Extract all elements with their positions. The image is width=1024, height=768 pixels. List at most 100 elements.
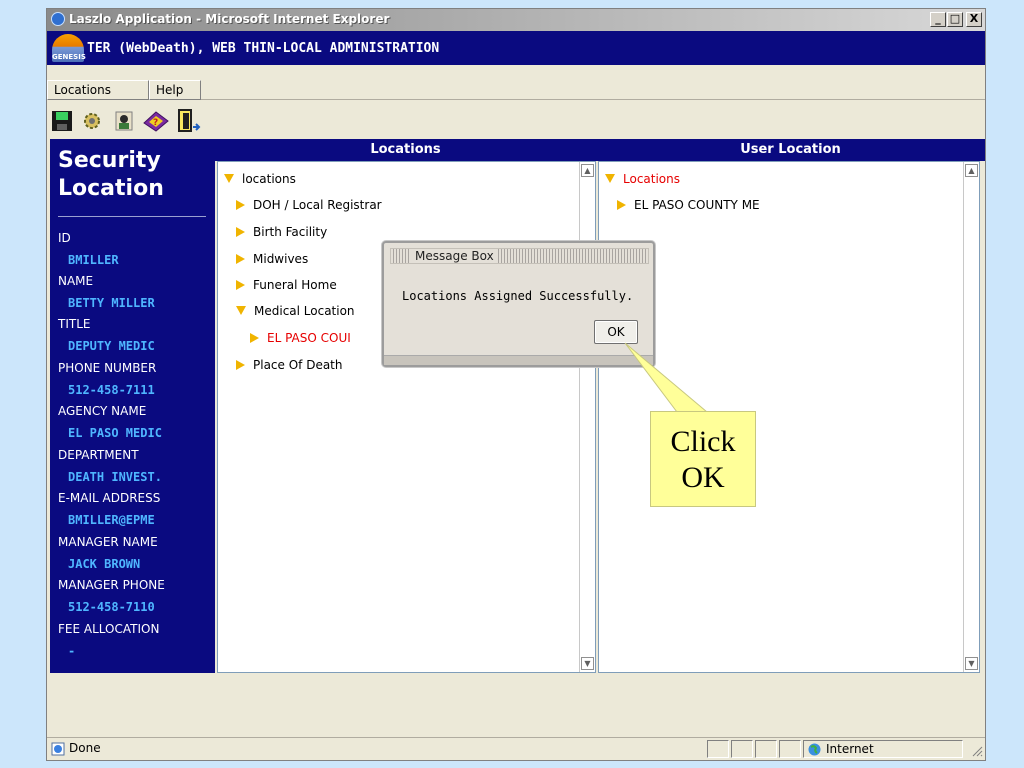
tree-node-label: Locations <box>623 172 681 186</box>
tree-node-label: EL PASO COUNTY ME <box>634 198 760 212</box>
security-location-sidebar: Security Location ID BMILLER NAME BETTY … <box>50 139 215 673</box>
zone-text: Internet <box>826 742 874 756</box>
close-button[interactable]: X <box>966 12 982 27</box>
sidebar-heading: Security Location <box>58 147 164 203</box>
heading-line-2: Location <box>58 176 164 201</box>
locations-scrollbar[interactable]: ▲ ▼ <box>579 162 595 672</box>
manager-name-label: MANAGER NAME <box>58 535 158 549</box>
collapsed-arrow-icon <box>236 227 245 237</box>
collapsed-arrow-icon <box>236 200 245 210</box>
collapsed-arrow-icon <box>617 200 626 210</box>
message-box-titlebar[interactable]: Message Box <box>390 248 649 264</box>
app-title: TER (WebDeath), WEB THIN-LOCAL ADMINISTR… <box>87 41 440 56</box>
message-box-footer <box>384 355 653 365</box>
globe-icon <box>808 743 821 756</box>
user-location-scrollbar[interactable]: ▲ ▼ <box>963 162 979 672</box>
heading-line-1: Security <box>58 148 161 173</box>
maximize-button[interactable]: □ <box>947 12 963 27</box>
window-title: Laszlo Application - Microsoft Internet … <box>69 12 390 26</box>
toolbar: ? <box>47 105 247 137</box>
tree-node-label: Midwives <box>253 252 309 266</box>
message-box-title: Message Box <box>411 249 498 263</box>
status-segment <box>755 740 777 758</box>
fee-allocation-value: - <box>68 644 76 658</box>
tree-node-label: locations <box>242 172 296 186</box>
scroll-up-button[interactable]: ▲ <box>581 164 594 177</box>
title-value: DEPUTY MEDIC <box>68 339 155 353</box>
tree-node-label: Birth Facility <box>253 225 328 239</box>
minimize-button[interactable]: _ <box>930 12 946 27</box>
message-box-text: Locations Assigned Successfully. <box>402 289 634 303</box>
expanded-arrow-icon <box>236 306 246 315</box>
status-bar: Done Internet <box>47 737 985 759</box>
collapsed-arrow-icon <box>236 360 245 370</box>
tree-node-place-of-death[interactable]: Place Of Death <box>236 356 343 374</box>
tree-node-label: Funeral Home <box>253 278 337 292</box>
genesis-logo: GENESIS <box>52 34 86 62</box>
message-box-dialog: Message Box Locations Assigned Successfu… <box>382 241 655 367</box>
user-icon[interactable] <box>113 109 135 133</box>
menubar: Locations Help <box>47 80 215 100</box>
email-address-value: BMILLER@EPME <box>68 513 155 527</box>
resize-grip-icon[interactable] <box>971 745 983 757</box>
status-segment <box>731 740 753 758</box>
agency-name-value: EL PASO MEDIC <box>68 426 162 440</box>
collapsed-arrow-icon <box>236 280 245 290</box>
tree-node-locations[interactable]: locations <box>224 170 296 188</box>
phone-number-label: PHONE NUMBER <box>58 361 157 375</box>
expanded-arrow-icon <box>605 174 615 183</box>
scroll-down-button[interactable]: ▼ <box>965 657 978 670</box>
tree-node-doh-local-registrar[interactable]: DOH / Local Registrar <box>236 196 382 214</box>
tree-node-user-locations[interactable]: Locations <box>605 170 680 188</box>
phone-number-value: 512-458-7111 <box>68 383 155 397</box>
tree-node-label: Medical Location <box>254 304 355 318</box>
status-segment <box>707 740 729 758</box>
menu-help[interactable]: Help <box>149 80 201 100</box>
callout-line-2: OK <box>681 461 725 494</box>
window-titlebar[interactable]: Laszlo Application - Microsoft Internet … <box>47 9 985 31</box>
ie-logo-icon <box>51 12 65 26</box>
browser-window: Laszlo Application - Microsoft Internet … <box>46 8 986 761</box>
tree-node-el-paso-county-me[interactable]: EL PASO COUNTY ME <box>617 196 760 214</box>
scroll-up-button[interactable]: ▲ <box>965 164 978 177</box>
tree-node-label: EL PASO COUI <box>267 331 351 345</box>
callout-pointer <box>624 342 709 413</box>
tree-node-label: DOH / Local Registrar <box>253 198 382 212</box>
exit-door-icon[interactable] <box>175 109 201 133</box>
tree-node-medical-location[interactable]: Medical Location <box>236 302 355 320</box>
save-icon[interactable] <box>51 109 73 133</box>
tree-node-midwives[interactable]: Midwives <box>236 250 308 268</box>
app-header: GENESIS TER (WebDeath), WEB THIN-LOCAL A… <box>47 31 985 65</box>
collapsed-arrow-icon <box>250 333 259 343</box>
manager-phone-value: 512-458-7110 <box>68 600 155 614</box>
menu-locations[interactable]: Locations <box>47 80 149 100</box>
expanded-arrow-icon <box>224 174 234 183</box>
callout-box: Click OK <box>650 411 756 507</box>
manager-phone-label: MANAGER PHONE <box>58 578 165 592</box>
id-label: ID <box>58 231 71 245</box>
user-location-panel-header: User Location <box>596 139 985 161</box>
sidebar-divider <box>58 216 206 217</box>
name-label: NAME <box>58 274 94 288</box>
manager-name-value: JACK BROWN <box>68 557 141 571</box>
locations-panel-header: Locations <box>215 139 596 161</box>
agency-name-label: AGENCY NAME <box>58 404 147 418</box>
page-icon <box>51 742 65 756</box>
zone-segment: Internet <box>803 740 963 758</box>
department-label: DEPARTMENT <box>58 448 139 462</box>
settings-gear-icon[interactable] <box>81 109 103 133</box>
status-text: Done <box>69 741 101 755</box>
tree-node-funeral-home[interactable]: Funeral Home <box>236 276 337 294</box>
tree-node-el-paso-county[interactable]: EL PASO COUI <box>250 329 351 347</box>
svg-text:?: ? <box>153 118 158 128</box>
title-label: TITLE <box>58 317 91 331</box>
id-value: BMILLER <box>68 253 119 267</box>
department-value: DEATH INVEST. <box>68 470 162 484</box>
fee-allocation-label: FEE ALLOCATION <box>58 622 160 636</box>
scroll-down-button[interactable]: ▼ <box>581 657 594 670</box>
help-book-icon[interactable]: ? <box>141 109 171 133</box>
status-segment <box>779 740 801 758</box>
tree-node-label: Place Of Death <box>253 358 343 372</box>
tree-node-birth-facility[interactable]: Birth Facility <box>236 223 327 241</box>
locations-tree: locations DOH / Local Registrar Birth Fa… <box>217 161 596 673</box>
